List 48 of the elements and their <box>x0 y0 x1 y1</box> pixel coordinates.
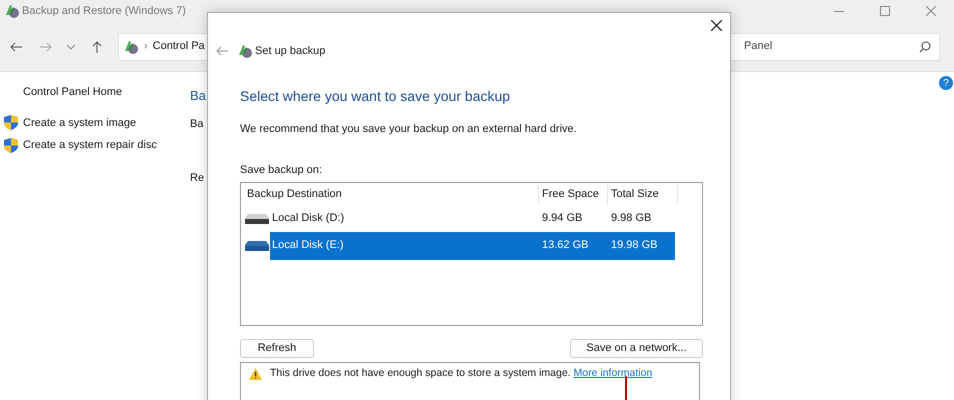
section-text: Ba <box>190 116 204 132</box>
column-header[interactable]: Free Space <box>539 184 608 204</box>
dialog-title: Set up backup <box>255 44 326 59</box>
destination-row[interactable]: Local Disk (D:) 9.94 GB 9.98 GB <box>270 208 675 228</box>
total-size: 19.98 GB <box>611 238 658 254</box>
column-header[interactable]: Backup Destination <box>244 184 539 204</box>
help-icon[interactable]: ? <box>939 76 953 90</box>
destination-row[interactable]: Local Disk (E:) 13.62 GB 19.98 GB <box>270 232 675 260</box>
backup-icon <box>237 43 253 60</box>
forward-arrow-icon[interactable] <box>40 42 52 52</box>
backup-icon <box>4 3 20 19</box>
window-title: Backup and Restore (Windows 7) <box>22 4 186 19</box>
dialog-heading: Select where you want to save your backup <box>240 86 512 106</box>
path-separator: › <box>144 39 148 54</box>
warning-icon <box>249 368 262 380</box>
minimize-icon <box>834 10 844 12</box>
back-arrow-icon[interactable] <box>10 42 22 52</box>
free-space: 9.94 GB <box>542 211 584 226</box>
chevron-down-icon[interactable] <box>66 44 76 50</box>
dialog-close-button[interactable] <box>708 17 724 33</box>
shield-icon <box>4 138 18 153</box>
intro-text: We recommend that you save your backup on an external hard drive. <box>240 122 578 136</box>
total-size: 9.98 GB <box>611 211 652 226</box>
close-icon <box>926 6 936 16</box>
warning-message: This drive does not have enough space to store a system image. More information <box>270 366 652 380</box>
sidebar-link[interactable]: Create a system image <box>23 114 136 131</box>
section-text: Re <box>190 171 206 186</box>
search-icon <box>919 40 931 52</box>
network-button[interactable]: Save on a network... <box>570 338 703 358</box>
section-heading: Ba <box>190 87 206 105</box>
drive-icon <box>245 240 269 252</box>
sidebar-link[interactable]: Create a system repair disc <box>23 137 157 154</box>
drive-icon <box>245 212 269 224</box>
up-arrow-icon[interactable] <box>92 40 102 52</box>
disk-name: Local Disk (E:) <box>271 238 345 254</box>
free-space: 13.62 GB <box>542 238 590 254</box>
back-arrow-icon[interactable] <box>216 46 228 56</box>
search-text: Panel <box>744 39 772 54</box>
column-header[interactable]: Total Size <box>608 184 678 204</box>
more-information-link[interactable]: More information <box>574 366 652 378</box>
disk-name: Local Disk (D:) <box>271 211 346 226</box>
address-path: Control Pa <box>152 39 205 54</box>
refresh-button[interactable]: Refresh <box>240 338 314 358</box>
control-panel-home-link[interactable]: Control Panel Home <box>23 84 180 100</box>
backup-icon <box>123 38 139 54</box>
maximize-icon <box>880 6 890 16</box>
list-label: Save backup on: <box>240 163 323 178</box>
shield-icon <box>4 115 18 130</box>
